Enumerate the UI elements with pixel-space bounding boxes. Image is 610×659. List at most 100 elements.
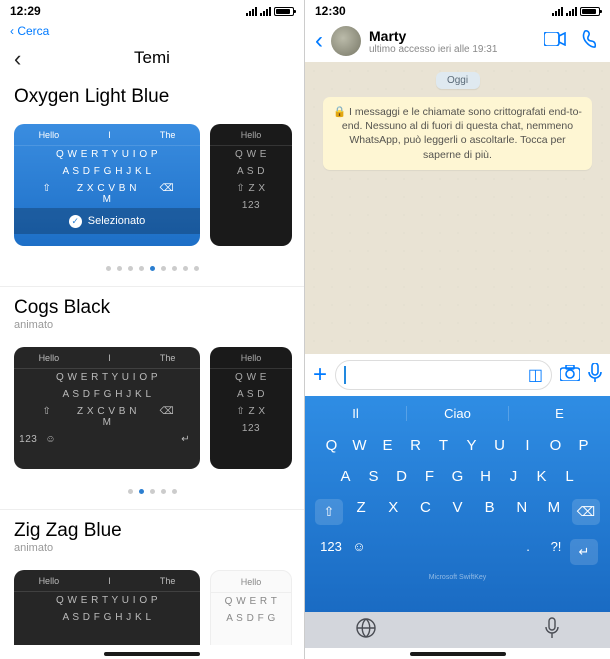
- status-bar: 12:29: [0, 0, 304, 20]
- theme-name-strong: Cogs: [14, 297, 58, 318]
- shift-icon: ⇧: [17, 406, 77, 428]
- status-time: 12:29: [10, 4, 41, 18]
- page-dots-cogs[interactable]: [0, 475, 304, 509]
- dictation-mic-icon[interactable]: [544, 617, 560, 644]
- sugg: The: [160, 353, 176, 363]
- video-call-icon[interactable]: [544, 30, 566, 53]
- shift-icon: ⇧: [17, 183, 77, 205]
- emoji-key[interactable]: ☺: [345, 539, 373, 565]
- keyboard-preview-peek-white[interactable]: Hello Q W E R T A S D F G: [210, 570, 292, 645]
- theme-name-rest: Black: [58, 297, 110, 318]
- back-label: Cerca: [17, 24, 49, 38]
- signal-icon: [246, 7, 257, 16]
- signal-icon: [552, 7, 563, 16]
- suggestion[interactable]: Ciao: [407, 406, 509, 421]
- sugg: Hello: [39, 353, 60, 363]
- swiftkey-keyboard[interactable]: Il Ciao E QWERTYUIOP ASDFGHJKL ⇧ ZXCVBNM…: [305, 396, 610, 612]
- sugg: Hello: [39, 576, 60, 586]
- sugg: Hello: [241, 130, 262, 140]
- encryption-notice[interactable]: 🔒 I messaggi e le chiamate sono crittogr…: [323, 97, 592, 170]
- page-dots-oxygen[interactable]: [0, 252, 304, 286]
- mic-icon[interactable]: [588, 363, 602, 388]
- chat-header: ‹ Marty ultimo accesso ieri alle 19:31: [305, 20, 610, 62]
- num-key: 123: [213, 423, 289, 434]
- theme-subtitle: animato: [14, 542, 290, 554]
- globe-icon[interactable]: [355, 617, 377, 644]
- nav-back[interactable]: ‹ Cerca: [0, 20, 304, 42]
- sticker-icon[interactable]: ◫: [528, 365, 543, 385]
- backspace-icon: ⌫: [137, 183, 197, 205]
- suggestion-bar[interactable]: Il Ciao E: [305, 396, 610, 430]
- themes-list[interactable]: Oxygen Light Blue Hello I The Q W E R T …: [0, 80, 304, 645]
- theme-name-rest: Blue: [78, 520, 121, 541]
- date-chip: Oggi: [436, 72, 480, 89]
- suggestion[interactable]: E: [509, 406, 610, 421]
- keyboard-preview-cogs[interactable]: Hello I The Q W E R T Y U I O P A S D F …: [14, 347, 200, 469]
- emoji-icon: ☺: [40, 434, 63, 445]
- voice-call-icon[interactable]: [582, 30, 600, 53]
- contact-name: Marty: [369, 28, 497, 44]
- keyboard-preview-oxygen-selected[interactable]: Hello I The Q W E R T Y U I O P A S D F …: [14, 124, 200, 246]
- status-right: [246, 7, 294, 16]
- return-key[interactable]: ↵: [570, 539, 598, 565]
- attach-plus-icon[interactable]: +: [313, 361, 327, 389]
- battery-icon: [580, 7, 600, 16]
- sugg: Hello: [241, 577, 262, 587]
- themes-screen: 12:29 ‹ Cerca ‹ Temi Oxygen Light Blue H…: [0, 0, 305, 659]
- sugg: The: [160, 576, 176, 586]
- keyboard-preview-peek[interactable]: Hello Q W E A S D ⇧ Z X 123: [210, 124, 292, 246]
- kb-row: A S D F G H J K L: [17, 166, 197, 177]
- home-indicator[interactable]: [410, 652, 506, 656]
- kb-row: A S D F G H J K L: [17, 612, 197, 623]
- kb-row: Q W E R T Y U I O P: [17, 372, 197, 383]
- kb-row: Q W E R T Y U I O P: [17, 149, 197, 160]
- message-input-bar: + ◫: [305, 354, 610, 396]
- status-time: 12:30: [315, 4, 346, 18]
- period-key[interactable]: .: [514, 539, 542, 565]
- sugg: The: [160, 130, 176, 140]
- shift-key[interactable]: ⇧: [315, 499, 343, 525]
- selected-banner: ✓ Selezionato: [14, 208, 200, 234]
- theme-header-zigzag: Zig Zag Blue animato: [0, 514, 304, 560]
- kb-row: A S D F G H J K L: [17, 389, 197, 400]
- sugg: I: [108, 130, 111, 140]
- chat-title-block[interactable]: Marty ultimo accesso ieri alle 19:31: [369, 28, 497, 55]
- kb-row: Z X C V B N M: [77, 183, 137, 205]
- suggestion[interactable]: Il: [305, 406, 407, 421]
- battery-icon: [274, 7, 294, 16]
- text-cursor: [344, 366, 346, 384]
- header: ‹ Temi: [0, 42, 304, 80]
- kb-row: Q W E R T Y U I O P: [17, 595, 197, 606]
- camera-icon[interactable]: [560, 365, 580, 386]
- kb-row-2[interactable]: ASDFGHJKL: [305, 461, 610, 492]
- sugg: Hello: [241, 353, 262, 363]
- backspace-key[interactable]: ⌫: [572, 499, 600, 525]
- back-button[interactable]: ‹: [315, 27, 323, 55]
- keyboard-preview-peek[interactable]: Hello Q W E A S D ⇧ Z X 123: [210, 347, 292, 469]
- home-indicator[interactable]: [104, 652, 200, 656]
- kb-row: Z X C V B N M: [77, 406, 137, 428]
- theme-row-oxygen[interactable]: Hello I The Q W E R T Y U I O P A S D F …: [0, 114, 304, 252]
- whatsapp-chat-screen: 12:30 ‹ Marty ultimo accesso ieri alle 1…: [305, 0, 610, 659]
- selected-label: Selezionato: [88, 215, 146, 227]
- kb-row-4[interactable]: 123 ☺ . ?! ↵: [305, 532, 610, 572]
- chat-area[interactable]: Oggi 🔒 I messaggi e le chiamate sono cri…: [305, 62, 610, 354]
- numeric-key[interactable]: 123: [317, 539, 345, 565]
- theme-subtitle: animato: [14, 319, 290, 331]
- keyboard-preview-zigzag[interactable]: Hello I The Q W E R T Y U I O P A S D F …: [14, 570, 200, 645]
- last-access: ultimo accesso ieri alle 19:31: [369, 44, 497, 55]
- kb-row-3[interactable]: ⇧ ZXCVBNM ⌫: [305, 492, 610, 532]
- status-right: [552, 7, 600, 16]
- back-chevron-icon[interactable]: ‹: [14, 46, 21, 72]
- theme-name-strong: Zig Zag: [14, 520, 78, 541]
- status-bar: 12:30: [305, 0, 610, 20]
- wifi-icon: [260, 7, 271, 16]
- kb-row-1[interactable]: QWERTYUIOP: [305, 430, 610, 461]
- page-title: Temi: [134, 48, 170, 67]
- message-input[interactable]: ◫: [335, 360, 552, 390]
- num-key: 123: [213, 200, 289, 211]
- avatar[interactable]: [331, 26, 361, 56]
- theme-row-cogs[interactable]: Hello I The Q W E R T Y U I O P A S D F …: [0, 337, 304, 475]
- theme-row-zigzag[interactable]: Hello I The Q W E R T Y U I O P A S D F …: [0, 560, 304, 645]
- punct-key[interactable]: ?!: [542, 539, 570, 565]
